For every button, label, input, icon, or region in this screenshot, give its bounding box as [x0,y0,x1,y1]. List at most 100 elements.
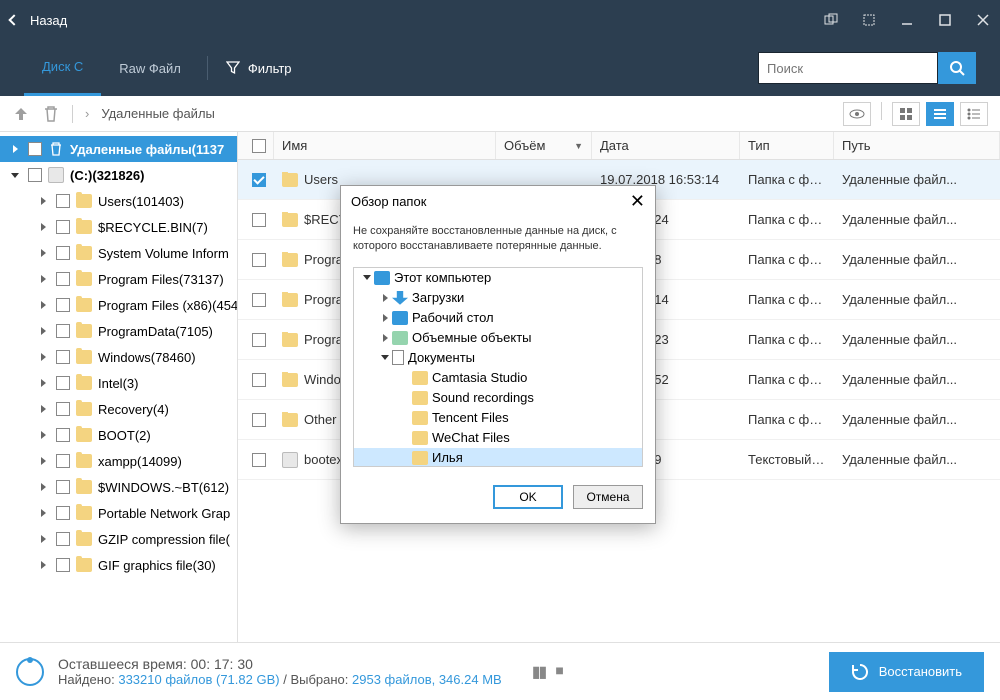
footer: Оставшееся время: 00: 17: 30 Найдено: 33… [0,642,1000,700]
search-button[interactable] [938,52,976,84]
checkbox[interactable] [28,142,42,156]
trash-icon[interactable] [42,105,60,123]
minimize-icon[interactable] [900,13,914,27]
row-checkbox[interactable] [252,413,266,427]
folder-icon [76,532,92,546]
sidebar-item[interactable]: Program Files (x86)(454 [0,292,237,318]
checkbox[interactable] [56,246,70,260]
view-eye[interactable] [843,102,871,126]
tree-downloads[interactable]: Загрузки [354,288,642,308]
sidebar-item[interactable]: Windows(78460) [0,344,237,370]
checkbox[interactable] [56,376,70,390]
row-checkbox[interactable] [252,173,266,187]
folder-icon [76,298,92,312]
checkbox[interactable] [56,220,70,234]
browse-folder-dialog: Обзор папок ✕ Не сохраняйте восстановлен… [340,185,656,524]
sidebar-item[interactable]: Portable Network Grap [0,500,237,526]
sidebar-item[interactable]: xampp(14099) [0,448,237,474]
col-date[interactable]: Дата [592,132,740,159]
dialog-close-icon[interactable]: ✕ [630,192,645,210]
tree-documents[interactable]: Документы [354,348,642,368]
maximize-icon[interactable] [938,13,952,27]
tree-folder-selected[interactable]: Илья [354,448,642,467]
restore-button[interactable]: Восстановить [829,652,984,692]
sidebar-item[interactable]: GZIP compression file( [0,526,237,552]
row-checkbox[interactable] [252,253,266,267]
sidebar-item[interactable]: Program Files(73137) [0,266,237,292]
pause-icon[interactable]: ▮▮ [532,662,546,682]
checkbox[interactable] [56,532,70,546]
file-icon [282,452,298,468]
checkbox[interactable] [56,194,70,208]
checkbox[interactable] [56,402,70,416]
col-name[interactable]: Имя [274,132,496,159]
checkbox[interactable] [56,428,70,442]
checkbox[interactable] [56,454,70,468]
titlebar: Назад [0,0,1000,40]
row-checkbox[interactable] [252,293,266,307]
col-path[interactable]: Путь [834,132,1000,159]
sidebar-item[interactable]: ProgramData(7105) [0,318,237,344]
tree-3d-objects[interactable]: Объемные объекты [354,328,642,348]
filter-button[interactable]: Фильтр [226,61,292,76]
tab-raw-file[interactable]: Raw Файл [101,40,199,96]
sidebar-item[interactable]: GIF graphics file(30) [0,552,237,578]
sidebar-item[interactable]: $RECYCLE.BIN(7) [0,214,237,240]
checkbox[interactable] [56,350,70,364]
row-checkbox[interactable] [252,333,266,347]
checkbox[interactable] [56,506,70,520]
checkbox[interactable] [56,298,70,312]
sidebar-item[interactable]: $WINDOWS.~BT(612) [0,474,237,500]
up-icon[interactable] [12,105,30,123]
tab-disk-c[interactable]: Диск С [24,40,101,96]
col-size[interactable]: Объём▼ [496,132,592,159]
chevron-left-icon [8,14,19,25]
checkbox[interactable] [56,324,70,338]
checkbox[interactable] [56,558,70,572]
close-icon[interactable] [976,13,990,27]
tree-folder[interactable]: Camtasia Studio [354,368,642,388]
row-checkbox[interactable] [252,453,266,467]
col-type[interactable]: Тип [740,132,834,159]
view-sep [881,102,882,120]
tree-this-pc[interactable]: Этот компьютер [354,268,642,288]
view-grid[interactable] [892,102,920,126]
stop-icon[interactable]: ■ [555,662,563,682]
window-icon-1[interactable] [824,13,838,27]
sidebar-root[interactable]: Удаленные файлы(1137 [0,136,237,162]
view-list[interactable] [926,102,954,126]
dialog-tree[interactable]: Этот компьютер Загрузки Рабочий стол Объ… [353,267,643,467]
view-buttons [843,102,988,126]
sidebar-item[interactable]: Intel(3) [0,370,237,396]
checkbox[interactable] [56,272,70,286]
download-icon [392,291,408,305]
sidebar-item[interactable]: System Volume Inform [0,240,237,266]
checkbox[interactable] [28,168,42,182]
pause-controls: ▮▮ ■ [532,662,564,682]
sidebar-item[interactable]: Recovery(4) [0,396,237,422]
tree-folder[interactable]: WeChat Files [354,428,642,448]
filter-label: Фильтр [248,61,292,76]
back-button[interactable]: Назад [10,13,67,28]
sidebar-item[interactable]: Users(101403) [0,188,237,214]
sidebar-drive[interactable]: (C:)(321826) [0,162,237,188]
folder-icon [76,194,92,208]
search-input[interactable] [758,52,938,84]
tree-desktop[interactable]: Рабочий стол [354,308,642,328]
sidebar-item[interactable]: BOOT(2) [0,422,237,448]
restore-icon [851,663,869,681]
checkbox[interactable] [56,480,70,494]
folder-icon [76,506,92,520]
tree-folder[interactable]: Tencent Files [354,408,642,428]
window-icon-2[interactable] [862,13,876,27]
row-checkbox[interactable] [252,213,266,227]
folder-icon [76,220,92,234]
ok-button[interactable]: OK [493,485,563,509]
navbar: Диск С Raw Файл Фильтр [0,40,1000,96]
header-checkbox[interactable] [252,139,266,153]
row-checkbox[interactable] [252,373,266,387]
tree-folder[interactable]: Sound recordings [354,388,642,408]
view-details[interactable] [960,102,988,126]
cancel-button[interactable]: Отмена [573,485,643,509]
crumb-arrow: › [85,106,89,121]
